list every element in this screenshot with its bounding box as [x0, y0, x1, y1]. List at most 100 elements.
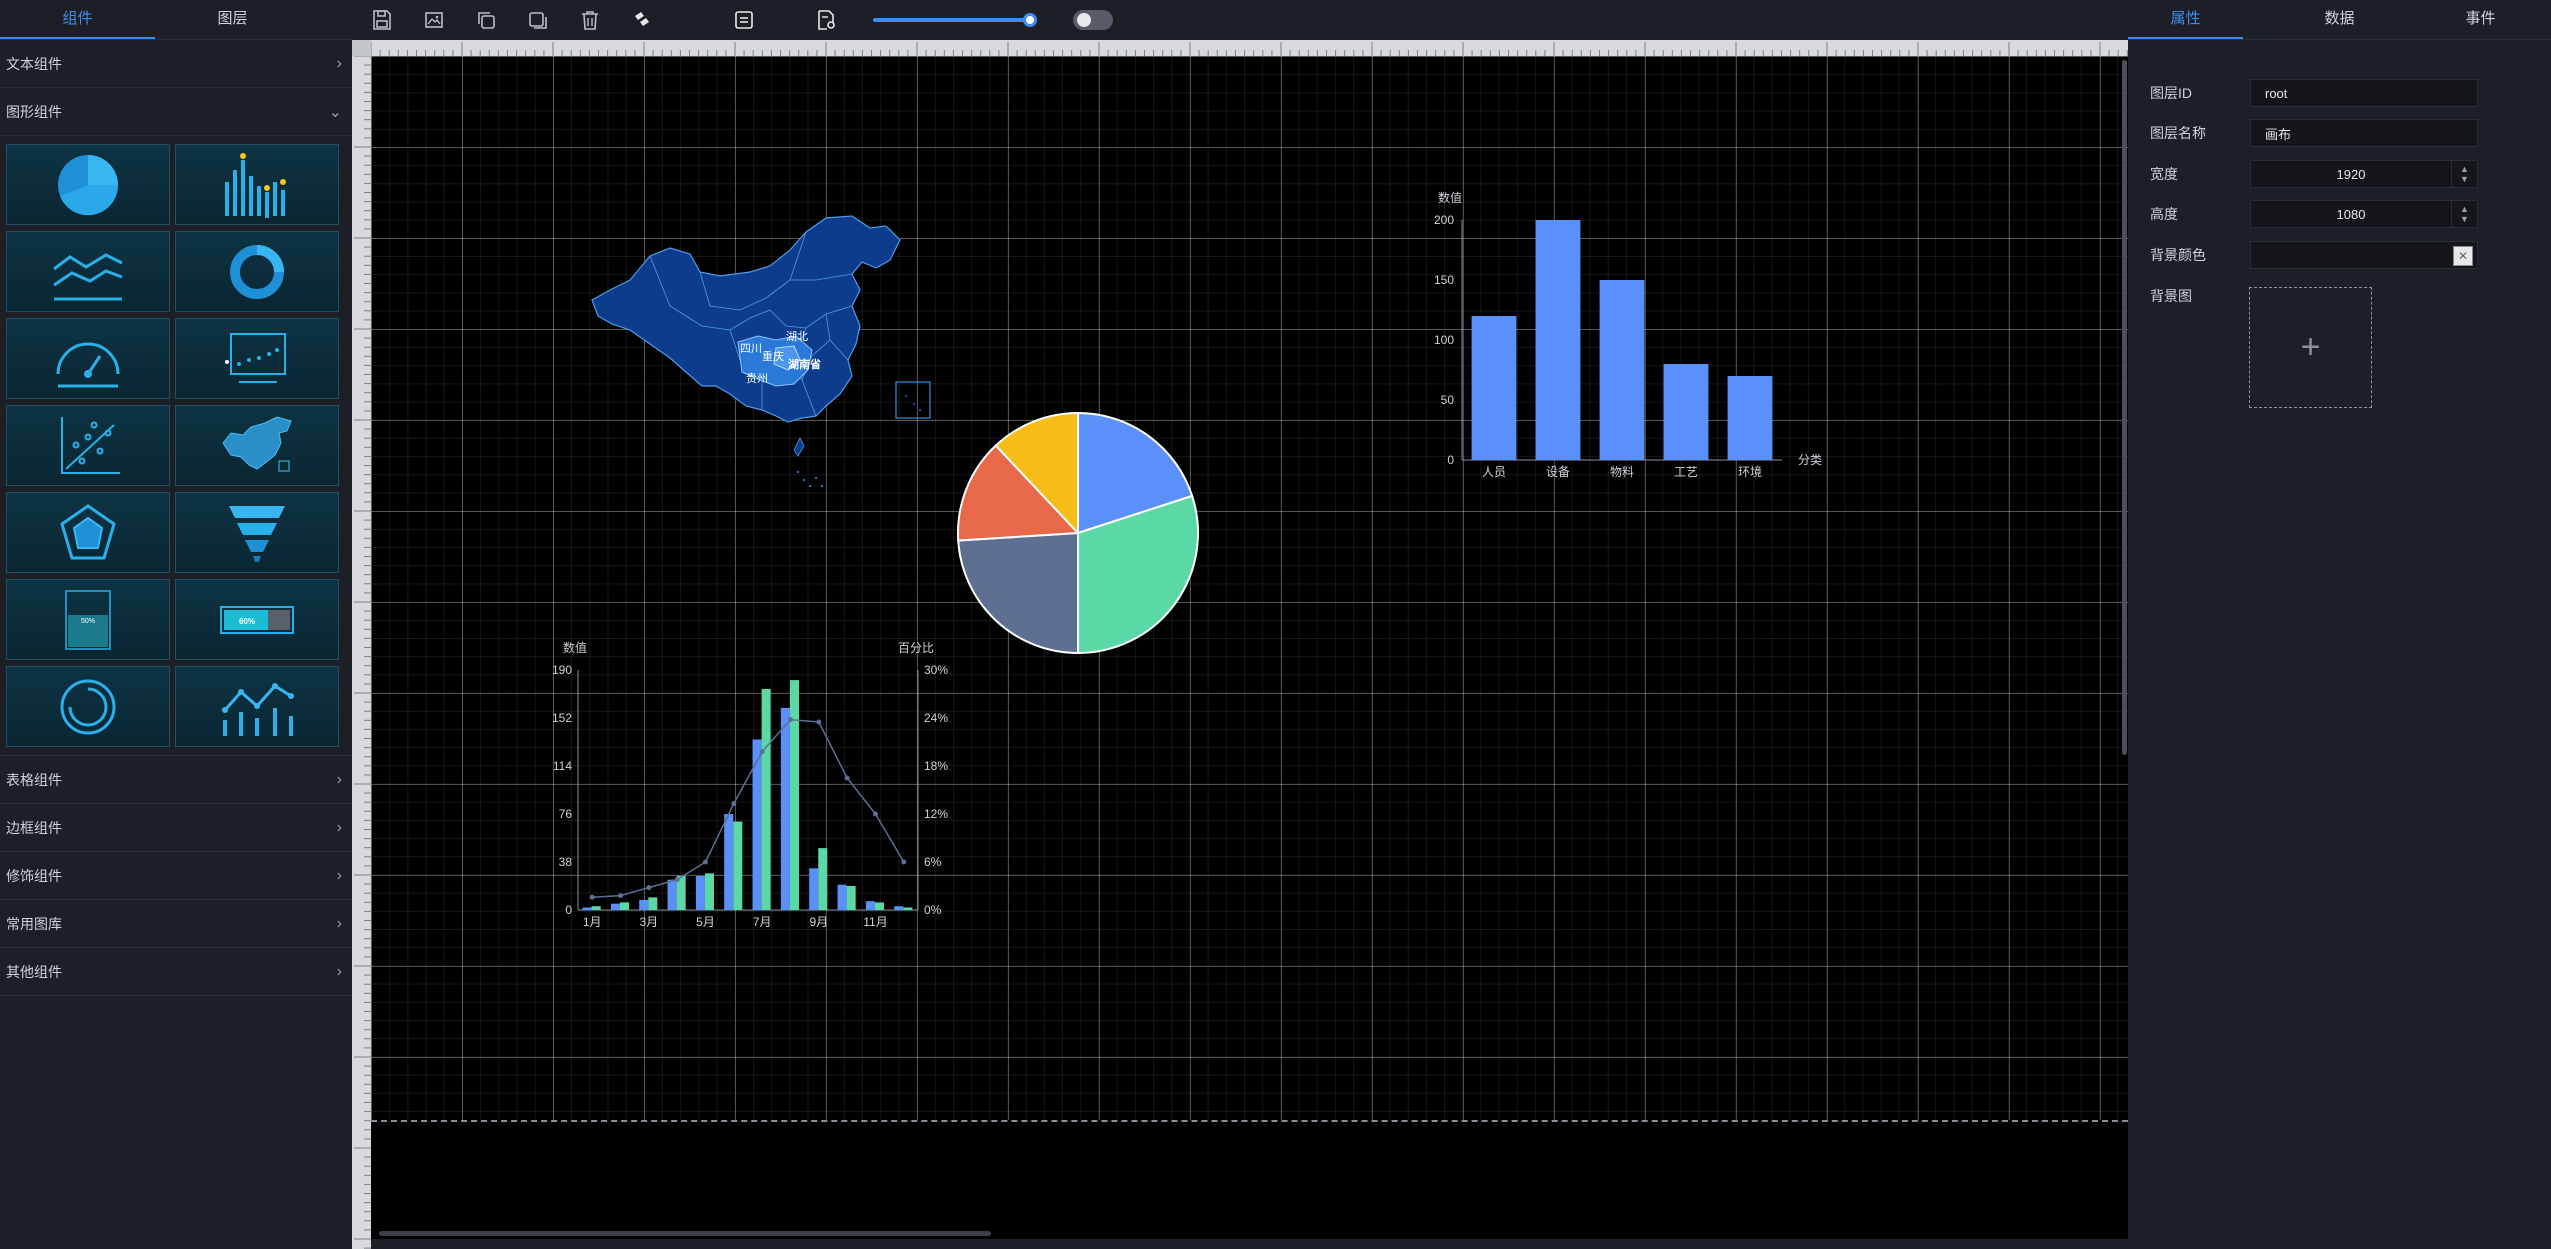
donut-chart-icon [230, 244, 284, 299]
bar [809, 868, 819, 910]
layer-name-field[interactable]: 画布 [2250, 119, 2478, 147]
chevron-right-icon: › [336, 770, 342, 788]
section-common-gallery[interactable]: 常用图库 › [0, 900, 352, 948]
line-point [674, 877, 680, 883]
delete-icon [582, 11, 598, 30]
chevron-right-icon: › [336, 54, 342, 72]
grid-toggle[interactable] [1073, 10, 1113, 30]
layer-up-button[interactable] [526, 8, 550, 32]
height-stepper[interactable]: ▲ ▼ [2451, 201, 2477, 227]
prop-layer-id: 图层ID root [2150, 79, 2530, 107]
height-input[interactable]: 1080 ▲ ▼ [2250, 200, 2478, 228]
section-label: 常用图库 [6, 915, 62, 932]
scatter-plot-icon [61, 416, 120, 474]
component-tile-donut[interactable] [175, 231, 339, 312]
section-graphic-components[interactable]: 图形组件 ⌄ [0, 88, 352, 136]
y-tick-label: 152 [552, 711, 572, 725]
save-button[interactable] [370, 8, 394, 32]
tab-data[interactable]: 数据 [2269, 0, 2410, 39]
bar [837, 884, 847, 910]
stepper-up-icon[interactable]: ▲ [2460, 204, 2469, 214]
section-decoration-components[interactable]: 修饰组件 › [0, 852, 352, 900]
prop-width: 宽度 1920 ▲ ▼ [2150, 160, 2530, 188]
component-tile-progress[interactable]: 60% [175, 579, 339, 660]
gauge-icon [56, 342, 120, 387]
tab-properties[interactable]: 属性 [2128, 0, 2243, 39]
bar [846, 886, 856, 910]
bg-color-input[interactable]: ✕ [2250, 241, 2478, 269]
bar [619, 902, 629, 910]
bar-chart-icon [225, 152, 286, 218]
component-tile-line[interactable] [6, 231, 170, 312]
component-tile-gauge[interactable] [6, 318, 170, 399]
export-image-button[interactable] [422, 8, 446, 32]
component-tile-ring[interactable] [6, 666, 170, 747]
stepper-down-icon[interactable]: ▼ [2460, 214, 2469, 224]
horizontal-scrollbar[interactable] [371, 1228, 2128, 1238]
y-tick-label: 100 [1434, 333, 1454, 347]
width-stepper[interactable]: ▲ ▼ [2451, 161, 2477, 187]
component-tile-map[interactable] [175, 405, 339, 486]
tab-layers[interactable]: 图层 [155, 0, 310, 39]
zoom-slider[interactable] [873, 13, 1037, 27]
bar [704, 873, 714, 910]
y-tick-label: 150 [1434, 273, 1454, 287]
copy-button[interactable] [474, 8, 498, 32]
prop-height: 高度 1080 ▲ ▼ [2150, 200, 2530, 228]
pie-chart-widget[interactable] [940, 400, 1220, 670]
delete-button[interactable] [578, 8, 602, 32]
section-label: 边框组件 [6, 819, 62, 836]
component-tile-funnel[interactable] [175, 492, 339, 573]
preview-button[interactable] [814, 8, 838, 32]
section-table-components[interactable]: 表格组件 › [0, 756, 352, 804]
scrollbar-thumb[interactable] [379, 1231, 991, 1236]
component-tile-pie[interactable] [6, 144, 170, 225]
map-widget[interactable]: 四川 贵州 湖南省 湖北 重庆 [590, 210, 950, 500]
bar-chart-widget[interactable]: 数值 0 50 100 150 200 人员 设备 物料 工艺 环境 分类 [1400, 180, 1840, 500]
component-panel: 组件 图层 文本组件 › 图形组件 ⌄ 50% 60% 表格组件 › 边框组件 … [0, 0, 352, 1249]
component-tile-scatter-screen[interactable] [175, 318, 339, 399]
vertical-scrollbar[interactable] [2121, 56, 2128, 1228]
flip-icon [635, 12, 649, 26]
width-input[interactable]: 1920 ▲ ▼ [2250, 160, 2478, 188]
bg-image-upload[interactable]: + [2249, 287, 2372, 408]
line-point [788, 717, 793, 723]
section-border-components[interactable]: 边框组件 › [0, 804, 352, 852]
stepper-up-icon[interactable]: ▲ [2460, 164, 2469, 174]
tab-events[interactable]: 事件 [2410, 0, 2551, 39]
section-label: 其他组件 [6, 963, 62, 980]
bar [667, 879, 677, 910]
prop-label: 背景图 [2150, 288, 2192, 304]
line-point [816, 719, 822, 725]
height-value: 1080 [2336, 206, 2366, 222]
line-chart-icon [53, 252, 123, 300]
y-tick-label: 200 [1434, 213, 1454, 227]
flip-button[interactable] [630, 8, 654, 32]
component-tile-scatter[interactable] [6, 405, 170, 486]
map-region-label: 贵州 [746, 372, 768, 385]
stepper-down-icon[interactable]: ▼ [2460, 174, 2469, 184]
bar [780, 707, 790, 910]
zoom-slider-knob[interactable] [1023, 13, 1037, 27]
scatter-screen-icon [225, 332, 286, 383]
line-point [703, 859, 708, 865]
y-tick-label: 50 [1441, 393, 1455, 407]
layer-id-field[interactable]: root [2250, 79, 2478, 107]
component-tile-water-level[interactable]: 50% [6, 579, 170, 660]
bar [610, 903, 620, 910]
section-other-components[interactable]: 其他组件 › [0, 948, 352, 996]
component-tile-line-bar[interactable] [175, 666, 339, 747]
x-tick-label: 环境 [1738, 464, 1762, 479]
property-panel: 属性 数据 事件 图层ID root 图层名称 画布 宽度 1920 ▲ ▼ 高度… [2128, 0, 2551, 1249]
component-tile-bar[interactable] [175, 144, 339, 225]
scrollbar-thumb[interactable] [2122, 60, 2127, 755]
color-picker-button[interactable]: ✕ [2453, 246, 2473, 266]
tab-components[interactable]: 组件 [0, 0, 155, 39]
component-tile-radar[interactable] [6, 492, 170, 573]
map-region-label: 四川 [740, 343, 762, 355]
combo-chart-widget[interactable]: 数值 百分比 0 38 76 114 152 190 0% 6% 12% 18% 24% 30% 1月 3月 5… [540, 630, 960, 940]
x-tick-label: 3月 [639, 915, 658, 929]
section-text-components[interactable]: 文本组件 › [0, 40, 352, 88]
align-menu-button[interactable] [732, 8, 766, 32]
x-tick-label: 1月 [583, 915, 602, 929]
